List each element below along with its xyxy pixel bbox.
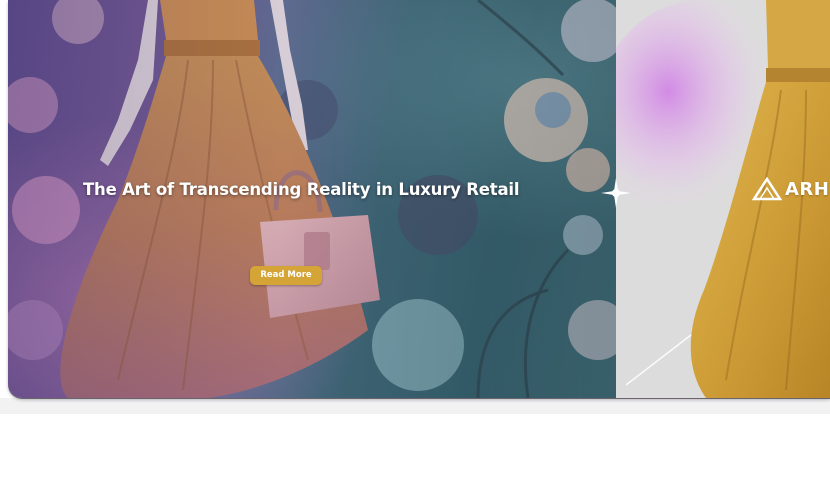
hero-slide-active: The Art of Transcending Reality in Luxur…: [8, 0, 616, 398]
brand-triangle-icon: [752, 177, 782, 201]
hero-carousel[interactable]: The Art of Transcending Reality in Luxur…: [8, 0, 830, 398]
hero-slide-next[interactable]: ARH: [616, 0, 830, 398]
sparkle-icon: [601, 178, 631, 208]
read-more-button[interactable]: Read More: [250, 266, 322, 285]
hero-slide-overlay: [8, 0, 616, 398]
brand-name: ARH: [785, 178, 830, 200]
brand-logo: ARH: [752, 176, 829, 202]
page-divider-strip: [0, 398, 830, 414]
hero-title: The Art of Transcending Reality in Luxur…: [83, 180, 520, 199]
page: The Art of Transcending Reality in Luxur…: [0, 0, 830, 479]
